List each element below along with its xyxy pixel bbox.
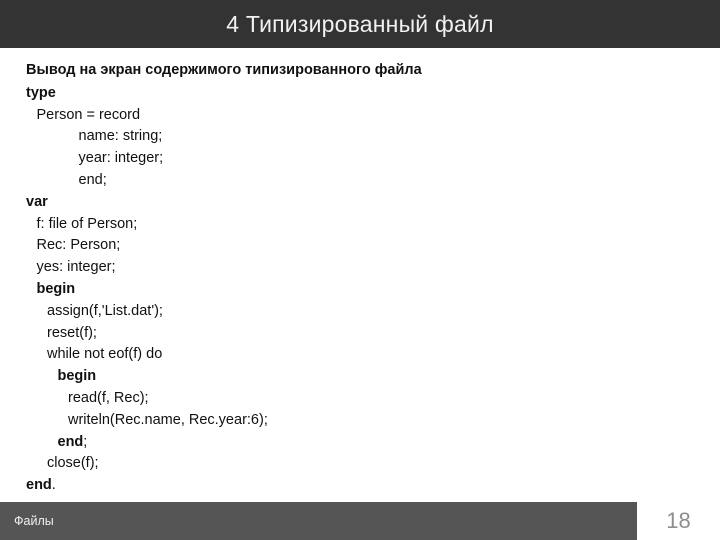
code-line: f: file of Person; xyxy=(36,215,138,232)
code-listing: type Person = record name: string; year: in… xyxy=(26,83,686,497)
code-line: var xyxy=(26,193,48,210)
code-punctuation: . xyxy=(51,477,56,494)
slide-body: Вывод на экран содержимого типизированно… xyxy=(0,48,720,502)
code-line: yes: integer; xyxy=(36,259,116,276)
code-line: read(f, Rec); xyxy=(68,389,149,406)
page-title: 4 Типизированный файл xyxy=(226,10,494,37)
code-line: reset(f); xyxy=(47,324,97,341)
code-line: type xyxy=(26,84,56,101)
code-punctuation: ; xyxy=(83,433,88,450)
code-line: end; xyxy=(26,432,686,454)
code-line: Person = record xyxy=(36,106,141,123)
code-keyword: end xyxy=(57,433,84,450)
content-subtitle: Вывод на экран содержимого типизированно… xyxy=(26,62,422,78)
code-line: close(f); xyxy=(47,455,99,472)
footer-bar: Файлы xyxy=(0,502,637,540)
code-line: assign(f,'List.dat'); xyxy=(47,302,163,319)
slide-header: 4 Типизированный файл xyxy=(0,0,720,48)
footer-label: Файлы xyxy=(14,514,54,528)
code-line: name: string; xyxy=(78,128,163,145)
code-keyword: end xyxy=(26,477,52,494)
code-line: year: integer; xyxy=(78,150,164,167)
code-line: begin xyxy=(36,280,76,297)
code-line: end. xyxy=(26,475,686,497)
code-line: while not eof(f) do xyxy=(47,346,163,363)
code-line: Rec: Person; xyxy=(36,237,121,254)
content-block: Вывод на экран содержимого типизированно… xyxy=(26,60,686,497)
code-line: begin xyxy=(57,368,97,385)
page-number: 18 xyxy=(666,508,691,533)
code-line: writeln(Rec.name, Rec.year:6); xyxy=(68,411,268,428)
code-line: end; xyxy=(78,171,107,188)
